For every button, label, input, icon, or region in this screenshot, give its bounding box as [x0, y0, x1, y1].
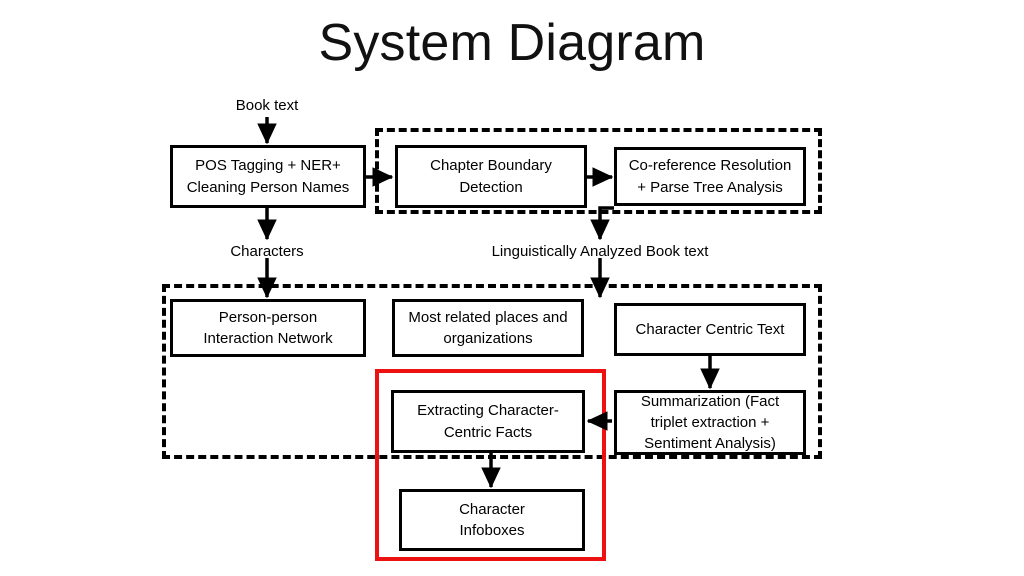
node-summarization-line1: Summarization (Fact: [640, 392, 780, 410]
caption-linguistically-analyzed-book-text: Linguistically Analyzed Book text: [491, 243, 709, 260]
caption-characters: Characters: [230, 243, 304, 260]
node-infoboxes-line2: Infoboxes: [459, 522, 525, 539]
node-character-text-line1: Character Centric Text: [635, 320, 785, 338]
node-coreference-resolution[interactable]: Co-reference Resolution + Parse Tree Ana…: [614, 147, 806, 206]
node-infoboxes-line1: Character: [459, 500, 525, 518]
node-character-infoboxes[interactable]: Character Infoboxes: [399, 489, 585, 551]
node-chapter-boundary-line1: Chapter Boundary: [430, 157, 552, 175]
node-extracting-facts-line2: Centric Facts: [443, 423, 533, 441]
node-coreference-line2: + Parse Tree Analysis: [637, 178, 783, 196]
node-character-centric-text[interactable]: Character Centric Text: [614, 303, 806, 356]
node-places-orgs-line2: organizations: [443, 330, 533, 347]
node-chapter-boundary-line2: Detection: [459, 178, 523, 196]
system-diagram-canvas: System Diagram POS Tagging + NER+ Cleani…: [0, 0, 1024, 576]
node-summarization-line3: Sentiment Analysis): [644, 435, 776, 453]
node-coreference-line1: Co-reference Resolution: [628, 157, 792, 175]
node-summarization[interactable]: Summarization (Fact triplet extraction +…: [614, 390, 806, 455]
node-person-interaction-network[interactable]: Person-person Interaction Network: [170, 299, 366, 357]
node-chapter-boundary[interactable]: Chapter Boundary Detection: [395, 145, 587, 208]
node-extracting-facts-line1: Extracting Character-: [417, 402, 559, 420]
page-title: System Diagram: [318, 14, 706, 72]
node-places-orgs-line1: Most related places and: [408, 308, 568, 326]
node-places-organizations[interactable]: Most related places and organizations: [392, 299, 584, 357]
node-summarization-line2: triplet extraction +: [650, 413, 770, 431]
node-pos-tagging[interactable]: POS Tagging + NER+ Cleaning Person Names: [170, 145, 366, 208]
node-person-network-line1: Person-person: [218, 308, 318, 326]
node-extracting-character-centric-facts[interactable]: Extracting Character- Centric Facts: [391, 390, 585, 453]
node-person-network-line2: Interaction Network: [203, 330, 333, 347]
node-pos-tagging-line1: POS Tagging + NER+: [195, 157, 341, 175]
node-pos-tagging-line2: Cleaning Person Names: [186, 178, 350, 196]
caption-book-text: Book text: [235, 97, 299, 114]
